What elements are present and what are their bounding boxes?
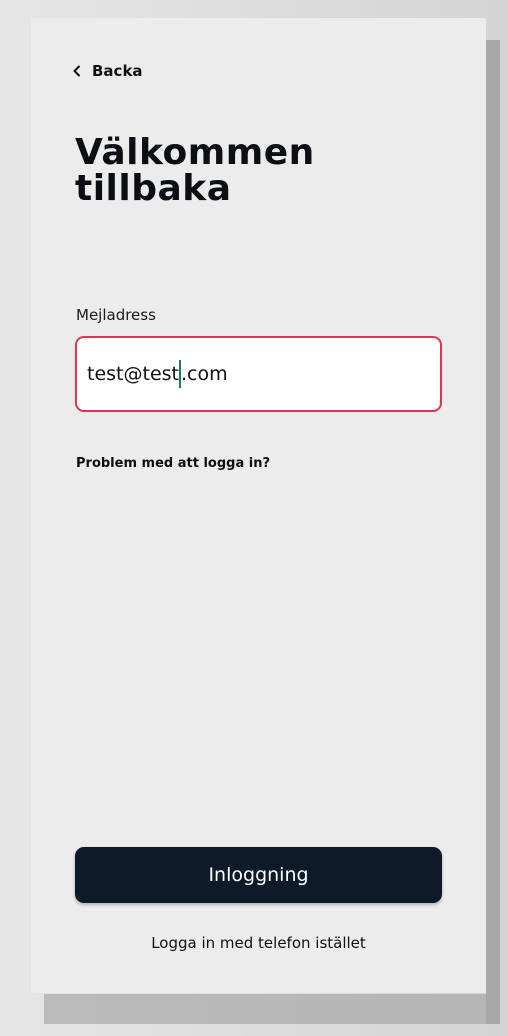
login-button[interactable]: Inloggning (75, 847, 442, 903)
email-value-start: test@test (87, 363, 179, 385)
phone-login-link[interactable]: Logga in med telefon istället (31, 934, 486, 952)
email-field[interactable]: test@test .com (75, 336, 442, 412)
back-label: Backa (92, 62, 143, 80)
email-value-end: .com (180, 363, 228, 385)
screen-shadow-right (486, 40, 500, 1024)
screen-shadow-bottom (44, 994, 500, 1024)
page-title: Välkommen tillbaka (75, 132, 315, 209)
chevron-left-icon (72, 65, 82, 77)
login-help-link[interactable]: Problem med att logga in? (76, 456, 270, 471)
back-button[interactable]: Backa (72, 62, 143, 80)
email-label: Mejladress (76, 306, 156, 324)
